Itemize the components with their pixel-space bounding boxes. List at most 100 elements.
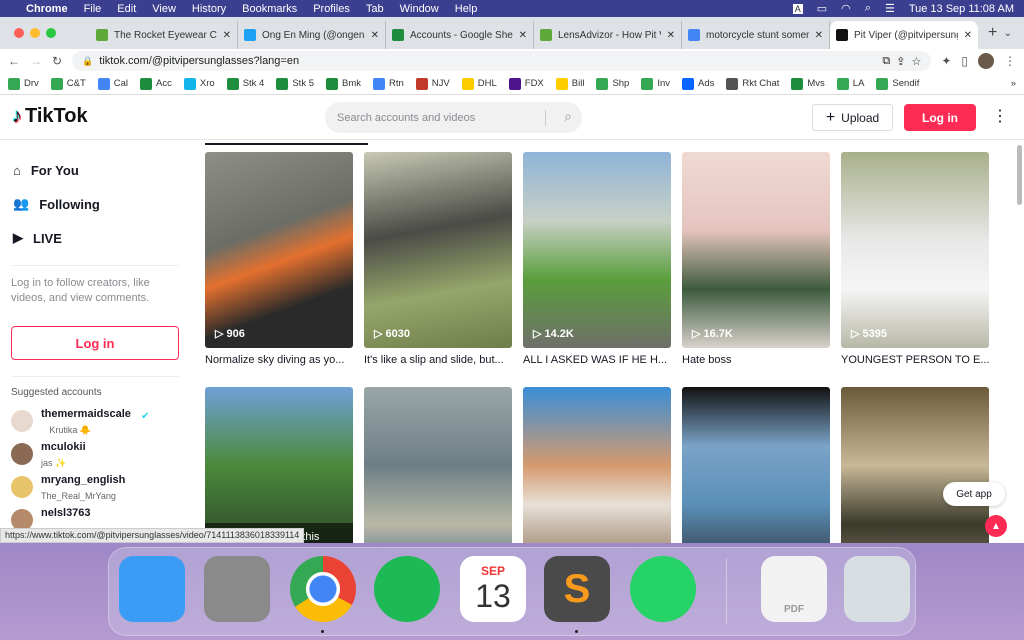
menu-window[interactable]: Window xyxy=(400,3,439,15)
menu-history[interactable]: History xyxy=(192,3,226,15)
dock-trash-icon[interactable] xyxy=(844,556,910,622)
bookmark-item[interactable]: Rtn xyxy=(373,77,404,90)
video-card[interactable] xyxy=(841,387,989,543)
menu-profiles[interactable]: Profiles xyxy=(313,3,350,15)
menu-view[interactable]: View xyxy=(152,3,176,15)
back-button[interactable]: ← xyxy=(8,54,20,68)
video-caption[interactable]: YOUNGEST PERSON TO E... xyxy=(841,354,989,366)
bookmark-item[interactable]: Cal xyxy=(97,77,128,90)
sidebar-login-button[interactable]: Log in xyxy=(11,326,179,360)
address-bar[interactable]: 🔒 tiktok.com/@pitvipersunglasses?lang=en… xyxy=(72,51,932,71)
close-tab-icon[interactable]: ✕ xyxy=(519,30,527,41)
video-card[interactable]: ▷ 5395 YOUNGEST PERSON TO E... xyxy=(841,152,989,387)
more-options-icon[interactable]: ⋮ xyxy=(992,106,1008,126)
video-caption[interactable]: Normalize sky diving as yo... xyxy=(205,354,353,366)
dock-sublime-text-icon[interactable]: S xyxy=(544,556,610,622)
bookmark-item[interactable]: Bmk xyxy=(326,77,361,90)
nav-for-you[interactable]: ⌂ For You xyxy=(0,153,190,187)
tiktok-logo[interactable]: ♪ TikTok xyxy=(12,105,88,128)
bookmark-item[interactable]: Ads xyxy=(682,77,714,90)
chrome-menu-icon[interactable]: ⋮ xyxy=(1004,54,1016,68)
extensions-icon[interactable]: ✦ xyxy=(941,54,951,68)
browser-tab[interactable]: LensAdvizor - How Pit Viper ✕ xyxy=(534,21,682,49)
video-thumbnail[interactable]: ▷ 6030 xyxy=(364,152,512,348)
bookmark-item[interactable]: Xro xyxy=(183,77,215,90)
bookmark-item[interactable]: Stk 4 xyxy=(226,77,264,90)
video-thumbnail[interactable]: ▷ 16.7K xyxy=(682,152,830,348)
dock-whatsapp-icon[interactable] xyxy=(630,556,696,622)
suggested-account[interactable]: mryang_english The_Real_MrYang xyxy=(0,470,190,503)
dock-finder-icon[interactable] xyxy=(119,556,185,622)
scroll-to-top-button[interactable]: ▲ xyxy=(985,515,1007,537)
dock-chrome-icon[interactable] xyxy=(290,556,356,622)
bookmark-item[interactable]: LA xyxy=(836,77,864,90)
more-bookmarks-icon[interactable]: » xyxy=(1011,78,1016,89)
bookmark-item[interactable]: Bill xyxy=(555,77,584,90)
bookmark-item[interactable]: Shp xyxy=(596,77,629,90)
browser-tab[interactable]: motorcycle stunt somersault ✕ xyxy=(682,21,830,49)
close-tab-icon[interactable]: ✕ xyxy=(371,30,379,41)
video-thumbnail[interactable] xyxy=(682,387,830,543)
bookmark-item[interactable]: Stk 5 xyxy=(276,77,314,90)
video-card[interactable] xyxy=(523,387,671,543)
avatar[interactable] xyxy=(978,53,994,69)
video-caption[interactable]: ALL I ASKED WAS IF HE H... xyxy=(523,354,671,366)
dock-calendar-icon[interactable]: SEP 13 xyxy=(460,556,526,622)
video-card[interactable]: ▷ 906 Normalize sky diving as yo... xyxy=(205,152,353,387)
datetime[interactable]: Tue 13 Sep 11:08 AM xyxy=(909,3,1014,15)
suggested-account[interactable]: themermaidscale ✔ Krutika 🐥 xyxy=(0,404,190,437)
sidebar-icon[interactable]: ▯ xyxy=(961,54,968,68)
video-card[interactable]: ⓘ Participating in this activity could r… xyxy=(205,387,353,543)
scrollbar[interactable] xyxy=(1017,145,1022,205)
reload-button[interactable]: ↻ xyxy=(52,54,62,68)
login-button[interactable]: Log in xyxy=(904,104,976,131)
video-thumbnail[interactable]: ▷ 14.2K xyxy=(523,152,671,348)
bookmark-item[interactable]: NJV xyxy=(415,77,450,90)
close-tab-icon[interactable]: ✕ xyxy=(223,30,231,41)
close-window-button[interactable] xyxy=(14,28,24,38)
menu-tab[interactable]: Tab xyxy=(366,3,384,15)
video-thumbnail[interactable] xyxy=(364,387,512,543)
zoom-window-button[interactable] xyxy=(46,28,56,38)
bookmark-item[interactable]: FDX xyxy=(508,77,544,90)
bookmark-item[interactable]: Inv xyxy=(641,77,670,90)
menu-app-name[interactable]: Chrome xyxy=(26,3,68,15)
bookmark-item[interactable]: C&T xyxy=(50,77,86,90)
control-center-icon[interactable]: ☰ xyxy=(885,2,895,15)
menu-file[interactable]: File xyxy=(84,3,102,15)
browser-tab[interactable]: Accounts - Google Sheets ✕ xyxy=(386,21,534,49)
video-caption[interactable]: Hate boss xyxy=(682,354,830,366)
video-card[interactable] xyxy=(682,387,830,543)
nav-following[interactable]: 👥 Following xyxy=(0,187,190,221)
spotlight-icon[interactable]: ⌕ xyxy=(865,2,871,15)
close-tab-icon[interactable]: ✕ xyxy=(667,30,675,41)
video-card[interactable] xyxy=(364,387,512,543)
bookmark-item[interactable]: Drv xyxy=(8,77,39,90)
bookmark-item[interactable]: Mvs xyxy=(791,77,825,90)
search-icon[interactable]: ⌕ xyxy=(564,108,572,125)
search-input[interactable]: Search accounts and videos ⌕ xyxy=(325,102,582,133)
dock-spotify-icon[interactable] xyxy=(374,556,440,622)
menu-edit[interactable]: Edit xyxy=(117,3,136,15)
dock-system-preferences-icon[interactable] xyxy=(204,556,270,622)
video-thumbnail[interactable]: ⓘ Participating in this activity could r… xyxy=(205,387,353,543)
suggested-account[interactable]: mculokii jas ✨ xyxy=(0,437,190,470)
browser-tab[interactable]: Ong En Ming (@ongenming ✕ xyxy=(238,21,386,49)
video-thumbnail[interactable] xyxy=(523,387,671,543)
bookmark-star-icon[interactable]: ☆ xyxy=(911,55,921,68)
nav-live[interactable]: ▶ LIVE xyxy=(0,221,190,255)
wifi-icon[interactable]: ◠ xyxy=(841,2,851,15)
menu-help[interactable]: Help xyxy=(455,3,478,15)
open-in-app-icon[interactable]: ⧉ xyxy=(882,55,890,68)
video-card[interactable]: ▷ 14.2K ALL I ASKED WAS IF HE H... xyxy=(523,152,671,387)
bookmark-item[interactable]: Acc xyxy=(140,77,172,90)
input-source-badge[interactable]: A xyxy=(792,3,803,14)
dock-pdf-icon[interactable]: PDF xyxy=(761,556,827,622)
url-text[interactable]: tiktok.com/@pitvipersunglasses?lang=en xyxy=(99,55,299,67)
share-icon[interactable]: ⇪ xyxy=(896,55,905,68)
close-tab-icon[interactable]: ✕ xyxy=(815,30,823,41)
close-tab-icon[interactable]: ✕ xyxy=(964,30,972,41)
new-tab-button[interactable]: + xyxy=(988,24,997,42)
browser-tab[interactable]: Pit Viper (@pitvipersunglasses) ✕ xyxy=(830,21,978,49)
bookmark-item[interactable]: DHL xyxy=(461,77,497,90)
